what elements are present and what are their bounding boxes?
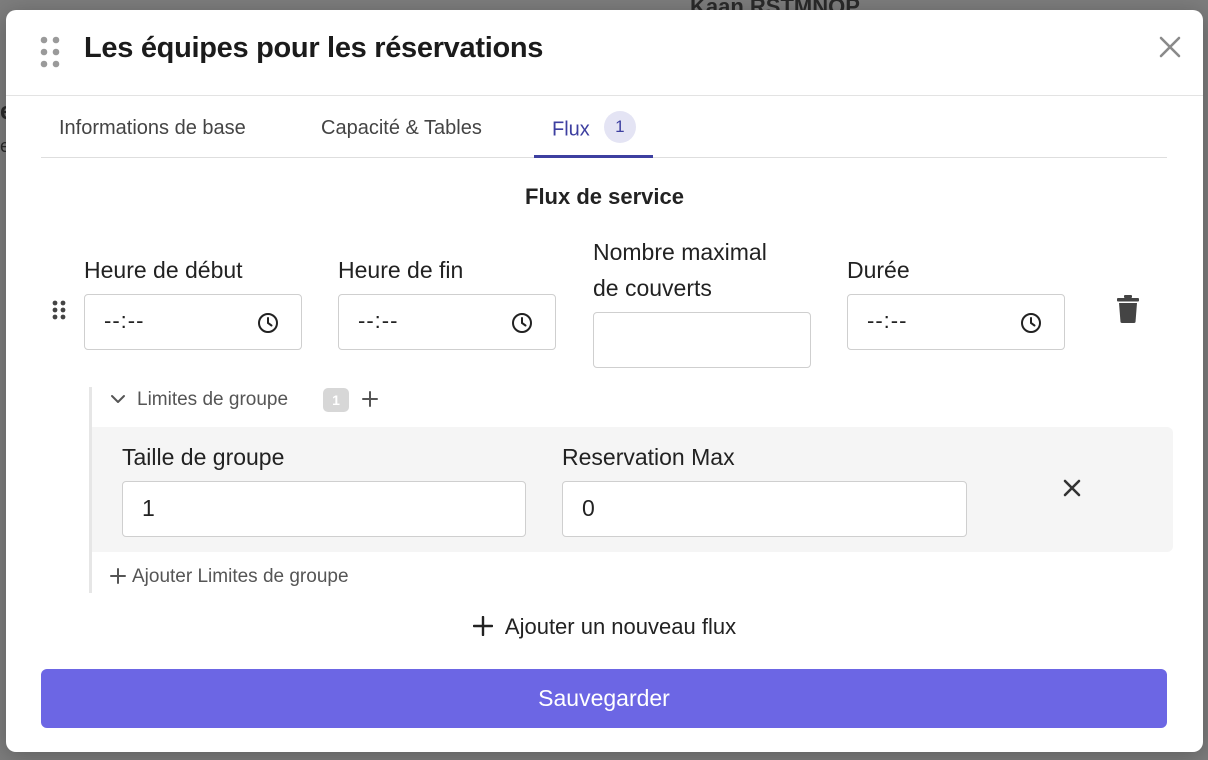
- start-time-input[interactable]: --:--: [84, 294, 302, 350]
- max-covers-input[interactable]: [593, 312, 811, 368]
- end-time-label: Heure de fin: [338, 257, 464, 283]
- section-title: Flux de service: [525, 184, 684, 209]
- reservation-max-value: 0: [582, 495, 595, 521]
- drag-handle-icon[interactable]: [52, 300, 66, 325]
- clock-icon[interactable]: [1020, 312, 1042, 339]
- plus-icon[interactable]: [361, 390, 379, 413]
- group-limits-label: Limites de groupe: [137, 389, 289, 410]
- clock-icon[interactable]: [511, 312, 533, 339]
- tab-label: Capacité & Tables: [321, 117, 482, 139]
- trash-icon[interactable]: [1116, 294, 1140, 329]
- tab-informations-de-base[interactable]: Informations de base: [59, 96, 246, 158]
- group-size-input[interactable]: 1: [122, 481, 526, 537]
- modal-header: Les équipes pour les réservations: [6, 10, 1203, 96]
- tab-flux[interactable]: Flux 1: [534, 96, 653, 158]
- tab-label: Flux: [552, 118, 590, 141]
- duration-label: Durée: [847, 257, 910, 283]
- duration-input[interactable]: --:--: [847, 294, 1065, 350]
- start-time-label: Heure de début: [84, 257, 243, 283]
- max-covers-label: Nombre maximal de couverts: [593, 234, 767, 306]
- end-time-value: --:--: [358, 308, 399, 333]
- max-covers-label-line: Nombre maximal: [593, 239, 767, 265]
- group-size-value: 1: [142, 495, 155, 521]
- reservation-max-input[interactable]: 0: [562, 481, 967, 537]
- close-icon[interactable]: [1062, 478, 1082, 503]
- start-time-value: --:--: [104, 308, 145, 333]
- tab-bar: Informations de base Capacité & Tables F…: [41, 96, 1167, 158]
- add-group-limit-label: Ajouter Limites de groupe: [132, 566, 349, 587]
- flux-modal: Les équipes pour les réservations Inform…: [6, 10, 1203, 752]
- duration-value: --:--: [867, 308, 908, 333]
- tab-capacite-tables[interactable]: Capacité & Tables: [321, 96, 482, 158]
- chevron-down-icon[interactable]: [110, 392, 126, 410]
- add-flux-button[interactable]: Ajouter un nouveau flux: [6, 614, 1203, 640]
- modal-title: Les équipes pour les réservations: [84, 32, 544, 64]
- plus-icon: [472, 615, 494, 637]
- group-limits-count-badge: 1: [323, 388, 349, 412]
- drag-handle-icon[interactable]: [40, 36, 60, 68]
- plus-icon: [110, 568, 126, 584]
- clock-icon[interactable]: [257, 312, 279, 339]
- end-time-input[interactable]: --:--: [338, 294, 556, 350]
- max-covers-label-line: de couverts: [593, 275, 712, 301]
- tab-count-badge: 1: [603, 111, 636, 143]
- reservation-max-label: Reservation Max: [562, 444, 735, 470]
- save-button[interactable]: Sauvegarder: [41, 669, 1167, 728]
- add-flux-label: Ajouter un nouveau flux: [504, 614, 737, 639]
- close-icon[interactable]: [1157, 34, 1183, 60]
- tab-label: Informations de base: [59, 117, 246, 139]
- group-size-label: Taille de groupe: [122, 444, 285, 470]
- add-group-limit-button[interactable]: Ajouter Limites de groupe: [110, 566, 349, 588]
